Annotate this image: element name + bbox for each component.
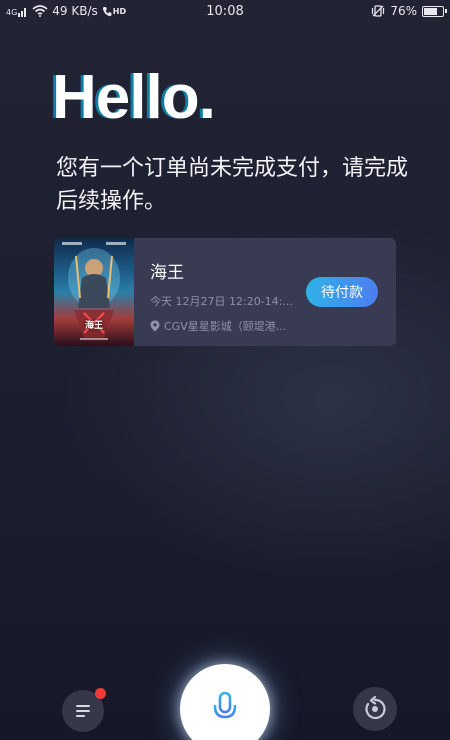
battery-percent: 76% — [390, 4, 417, 18]
replay-icon — [365, 696, 386, 720]
battery-icon — [422, 5, 447, 17]
status-right: 76% — [371, 4, 447, 18]
status-bar: 4G 49 KB/s HD 10:08 76% — [0, 0, 450, 24]
pending-payment-message: 您有一个订单尚未完成支付，请完成后续操作。 — [56, 156, 409, 214]
vibrate-icon — [372, 5, 385, 17]
voice-input-button[interactable] — [180, 664, 270, 740]
replay-button[interactable] — [353, 687, 397, 731]
list-icon — [76, 705, 90, 717]
pay-pending-button[interactable]: 待付款 — [306, 277, 378, 307]
venue-row: CGV星星影城（颐堤港... — [150, 318, 300, 334]
microphone-icon — [213, 692, 237, 726]
showtime: 今天 12月27日 12:20-14:... — [150, 295, 293, 308]
movie-title: 海王 — [150, 263, 184, 283]
greeting-heading: Hello. — [52, 63, 216, 132]
movie-poster: 海王 — [54, 238, 134, 346]
battery-fill — [424, 7, 437, 15]
location-pin-icon — [150, 320, 160, 332]
order-card[interactable]: 海王 海王 今天 12月27日 12:20-14:... CGV星星影城（颐堤港… — [54, 238, 396, 346]
venue-name: CGV星星影城（颐堤港... — [164, 320, 287, 333]
poster-title: 海王 — [84, 321, 103, 331]
notification-badge — [95, 688, 106, 699]
